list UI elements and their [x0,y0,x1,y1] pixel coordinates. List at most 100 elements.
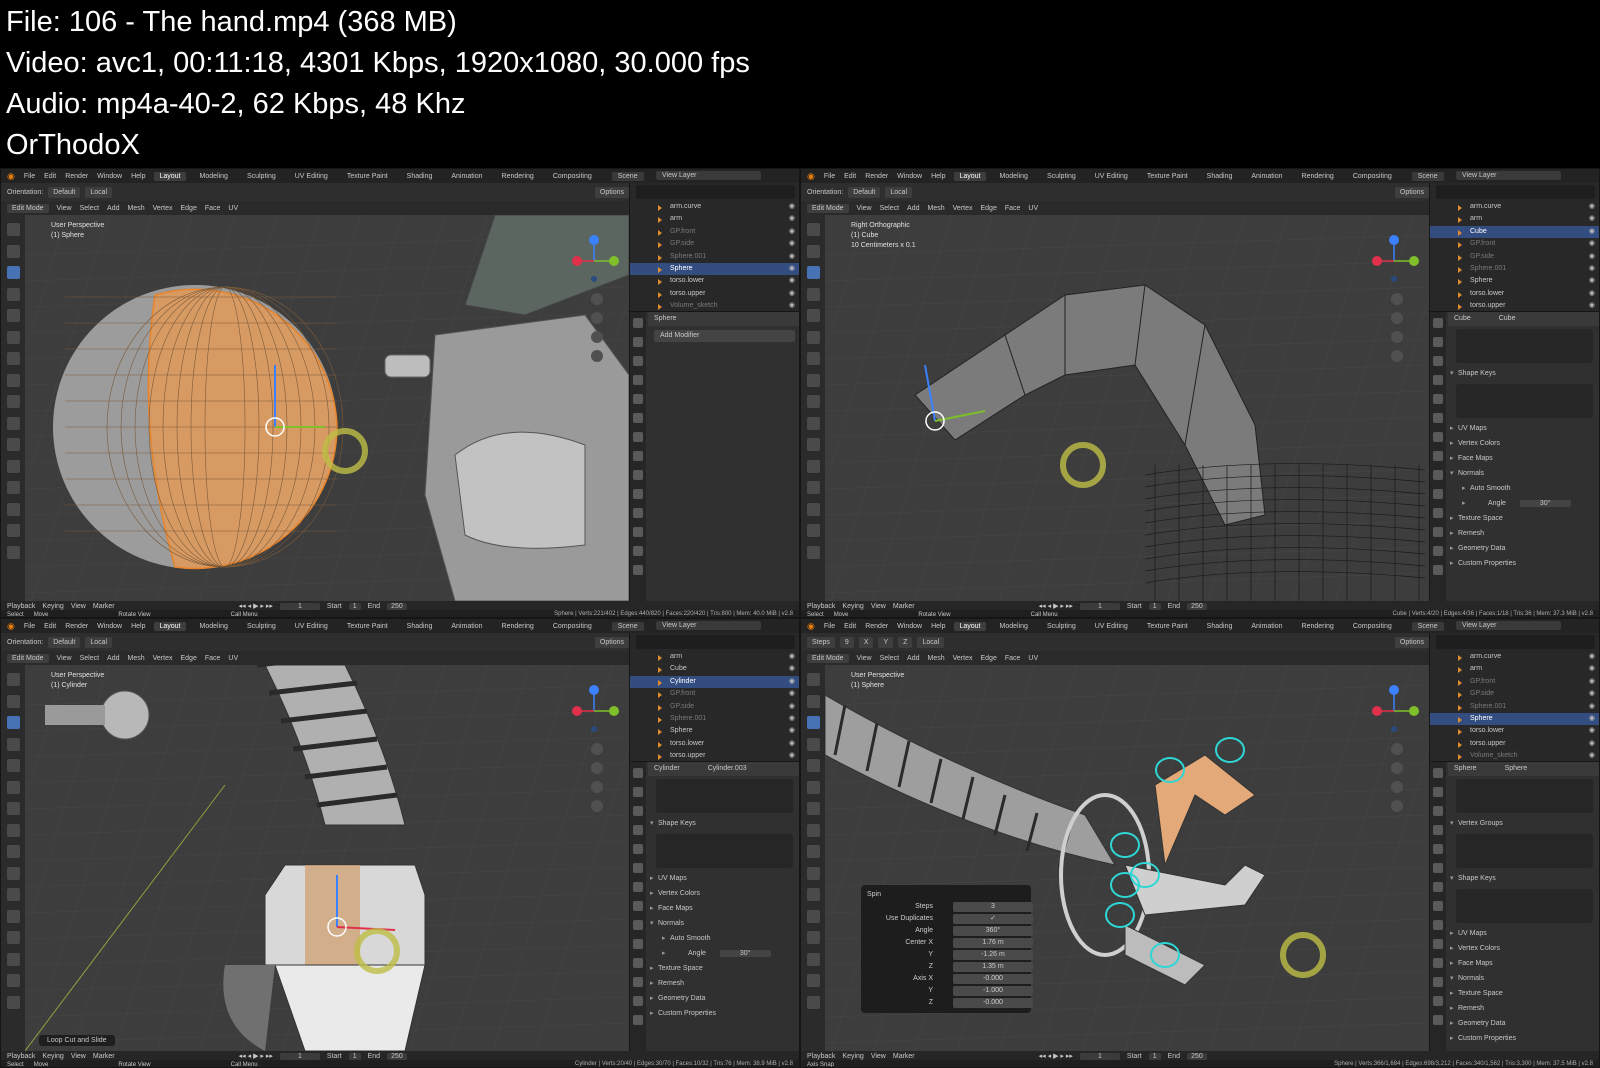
workspace-tab[interactable]: Sculpting [1042,622,1081,631]
properties-tab-icon[interactable] [633,337,643,347]
tool-icon[interactable] [807,888,820,901]
add-modifier-dropdown[interactable]: Add Modifier [654,330,795,342]
properties-section[interactable]: Custom Properties [1448,556,1599,571]
tool-icon[interactable] [7,694,20,708]
properties-section[interactable]: Shape Keys [1448,366,1599,381]
properties-tab-icon[interactable] [633,413,643,423]
spin-row-value[interactable]: 360° [953,926,1033,936]
mode-selector[interactable]: Edit Mode [807,653,849,663]
viewport-menu-uv[interactable]: UV [1028,655,1038,662]
menu-render[interactable]: Render [865,623,888,630]
properties-tab-icon[interactable] [633,806,643,816]
tool-icon[interactable] [807,694,820,708]
outliner-item[interactable]: arm.curve ◉ [1430,201,1599,213]
mode-selector[interactable]: Edit Mode [807,203,849,213]
properties-tab-icon[interactable] [1433,527,1443,537]
workspace-tab[interactable]: UV Editing [1090,622,1133,631]
angle-field[interactable]: 30° [719,950,771,957]
viewport-menu-face[interactable]: Face [1005,655,1021,662]
tool-icon[interactable] [7,716,20,729]
outliner-item[interactable]: arm.curve ◉ [630,201,799,213]
properties-tab-icon[interactable] [633,863,643,873]
blender-logo-icon[interactable]: ◉ [807,171,815,182]
pivot-dropdown[interactable]: Local [85,636,113,648]
3d-viewport[interactable]: User Perspective (1) Sphere [25,215,629,601]
outliner-item[interactable]: GP.front ◉ [1430,676,1599,688]
tool-icon[interactable] [807,802,820,815]
object-name[interactable]: Sphere [654,315,677,322]
options-dropdown[interactable]: Options [1394,186,1429,198]
workspace-tab[interactable]: Compositing [1348,622,1397,631]
properties-tab-icon[interactable] [633,882,643,892]
menu-edit[interactable]: Edit [44,623,56,630]
properties-tab-icon[interactable] [633,394,643,404]
outliner-item[interactable]: arm.curve ◉ [1430,651,1599,663]
properties-tab-icon[interactable] [1433,451,1443,461]
list-box[interactable] [656,779,793,813]
viewport-menu-add[interactable]: Add [907,655,919,662]
properties-tab-icon[interactable] [1433,768,1443,778]
outliner-item[interactable]: Cube ◉ [630,663,799,675]
properties-tab-icon[interactable] [633,470,643,480]
eye-icon[interactable]: ◉ [1589,275,1595,287]
viewport-menu-edge[interactable]: Edge [181,655,197,662]
axis-toggle[interactable]: Y [878,636,894,648]
camera-icon[interactable] [591,331,603,343]
properties-tab-icon[interactable] [633,901,643,911]
menu-render[interactable]: Render [65,623,88,630]
outliner-item[interactable]: GP.side ◉ [1430,688,1599,700]
outliner-search-input[interactable] [1436,185,1595,199]
eye-icon[interactable]: ◉ [789,226,795,238]
viewport-menu-mesh[interactable]: Mesh [928,655,945,662]
properties-tab-icon[interactable] [1433,1015,1443,1025]
timeline-menu[interactable]: View [871,603,886,610]
tool-icon[interactable] [7,524,20,537]
eye-icon[interactable]: ◉ [1589,725,1595,737]
spin-row[interactable]: Y -1.000 [867,985,1033,997]
properties-tab-icon[interactable] [633,489,643,499]
tool-icon[interactable] [7,909,20,923]
properties-tab-icon[interactable] [633,432,643,442]
timeline-menu[interactable]: Playback [807,603,835,610]
tool-icon[interactable] [807,931,820,944]
timeline-menu[interactable]: Keying [842,1053,863,1060]
outliner-item[interactable]: GP.side ◉ [1430,251,1599,263]
3d-viewport[interactable]: Right Orthographic (1) Cube 10 Centimeters… [825,215,1429,601]
properties-tab-icon[interactable] [1433,318,1443,328]
outliner-item[interactable]: Cube ◉ [1430,225,1599,239]
properties-tab-icon[interactable] [1433,825,1443,835]
viewport-menu-vertex[interactable]: Vertex [153,655,173,662]
object-name[interactable]: Sphere [1454,765,1477,772]
properties-section[interactable]: Face Maps [648,901,799,916]
viewport-menu-uv[interactable]: UV [228,205,238,212]
mode-selector[interactable]: Edit Mode [7,203,49,213]
eye-icon[interactable]: ◉ [1589,213,1595,225]
start-frame[interactable]: 1 [348,1052,361,1060]
current-frame[interactable]: 1 [279,602,320,610]
tool-icon[interactable] [807,952,820,966]
tool-icon[interactable] [7,244,20,258]
timeline-menu[interactable]: Marker [93,603,115,610]
properties-section[interactable]: Texture Space [648,961,799,976]
tool-icon[interactable] [7,931,20,944]
viewport-menu-mesh[interactable]: Mesh [928,205,945,212]
tool-icon[interactable] [7,330,20,344]
tool-icon[interactable] [807,759,820,772]
playback-controls[interactable]: ◂◂ ◂ ▶ ▸ ▸▸ [239,602,273,610]
tool-icon[interactable] [807,502,820,516]
properties-tab-icon[interactable] [1433,844,1443,854]
properties-tab-icon[interactable] [1433,787,1443,797]
tool-icon[interactable] [7,974,20,987]
tool-icon[interactable] [807,866,820,880]
properties-tab-icon[interactable] [633,977,643,987]
menu-help[interactable]: Help [931,173,945,180]
menu-render[interactable]: Render [865,173,888,180]
timeline-menu[interactable]: Playback [807,1053,835,1060]
options-dropdown[interactable]: Options [594,636,629,648]
properties-tab-icon[interactable] [633,996,643,1006]
viewport-menu-mesh[interactable]: Mesh [128,205,145,212]
tool-icon[interactable] [807,909,820,923]
viewport-menu-edge[interactable]: Edge [981,655,997,662]
properties-section[interactable]: Normals [1448,466,1599,481]
properties-tab-icon[interactable] [633,825,643,835]
